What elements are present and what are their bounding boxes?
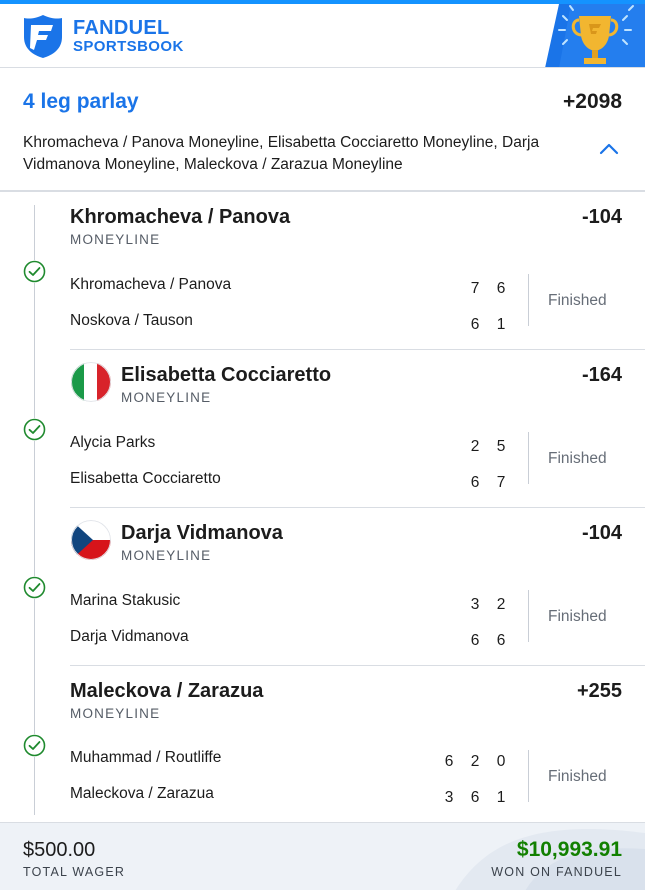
fanduel-shield-icon[interactable] bbox=[22, 13, 64, 59]
set-score: 3 bbox=[470, 596, 480, 613]
total-wager-label: TOTAL WAGER bbox=[23, 865, 126, 879]
italy-flag-icon bbox=[71, 362, 111, 402]
team-name: Khromacheva / Panova bbox=[70, 276, 232, 293]
team-name: Alycia Parks bbox=[70, 434, 156, 451]
score-divider bbox=[528, 432, 529, 484]
selection-name: Darja Vidmanova bbox=[121, 522, 283, 544]
app-header: FANDUEL SPORTSBOOK bbox=[0, 4, 645, 68]
set-score: 6 bbox=[444, 753, 454, 770]
set-score: 6 bbox=[470, 632, 480, 649]
parlay-odds: +2098 bbox=[563, 90, 622, 113]
team-name: Marina Stakusic bbox=[70, 592, 181, 609]
set-score: 6 bbox=[470, 789, 480, 806]
team-name: Elisabetta Cocciaretto bbox=[70, 470, 221, 487]
trophy-icon bbox=[545, 4, 645, 67]
set-score: 2 bbox=[496, 596, 506, 613]
set-score: 1 bbox=[496, 789, 506, 806]
match-status: Finished bbox=[548, 450, 607, 467]
set-score: 6 bbox=[496, 632, 506, 649]
match-status: Finished bbox=[548, 768, 607, 785]
set-score: 0 bbox=[496, 753, 506, 770]
set-score: 6 bbox=[470, 474, 480, 491]
won-amount: $10,993.91 bbox=[516, 838, 622, 861]
market-type: MONEYLINE bbox=[121, 548, 212, 563]
set-score: 6 bbox=[496, 280, 506, 297]
set-score: 5 bbox=[496, 438, 506, 455]
won-label: WON ON FANDUEL bbox=[491, 865, 622, 879]
selection-odds: -164 bbox=[581, 364, 622, 386]
match-status: Finished bbox=[548, 292, 607, 309]
score-divider bbox=[528, 274, 529, 326]
selection-odds: -104 bbox=[581, 522, 622, 544]
selection-name: Maleckova / Zarazua bbox=[70, 680, 264, 702]
set-score: 3 bbox=[444, 789, 454, 806]
match-status: Finished bbox=[548, 608, 607, 625]
parlay-summary[interactable]: 4 leg parlay +2098 Khromacheva / Panova … bbox=[0, 68, 645, 192]
check-circle-icon bbox=[23, 576, 46, 599]
selection-name: Khromacheva / Panova bbox=[70, 206, 291, 228]
selection-name: Elisabetta Cocciaretto bbox=[121, 364, 332, 386]
check-circle-icon bbox=[23, 260, 46, 283]
check-circle-icon bbox=[23, 418, 46, 441]
set-score: 7 bbox=[470, 280, 480, 297]
market-type: MONEYLINE bbox=[121, 390, 212, 405]
parlay-leg: Khromacheva / Panova -104 MONEYLINE Khro… bbox=[0, 192, 645, 350]
bet-footer: $500.00 TOTAL WAGER $10,993.91 WON ON FA… bbox=[0, 822, 645, 890]
team-name: Noskova / Tauson bbox=[70, 312, 193, 329]
set-score: 2 bbox=[470, 753, 480, 770]
parlay-leg: Darja Vidmanova -104 MONEYLINE Marina St… bbox=[0, 508, 645, 666]
set-score: 1 bbox=[496, 316, 506, 333]
check-circle-icon bbox=[23, 734, 46, 757]
parlay-title: 4 leg parlay bbox=[23, 90, 139, 113]
total-wager-amount: $500.00 bbox=[23, 839, 96, 861]
set-score: 6 bbox=[470, 316, 480, 333]
team-name: Maleckova / Zarazua bbox=[70, 785, 214, 802]
parlay-description: Khromacheva / Panova Moneyline, Elisabet… bbox=[23, 134, 540, 173]
score-divider bbox=[528, 750, 529, 802]
team-name: Muhammad / Routliffe bbox=[70, 749, 222, 766]
selection-odds: +255 bbox=[576, 680, 622, 702]
brand-name: FANDUEL bbox=[73, 17, 170, 39]
chevron-up-icon[interactable] bbox=[599, 142, 619, 156]
set-score: 7 bbox=[496, 474, 506, 491]
selection-odds: -104 bbox=[581, 206, 622, 228]
market-type: MONEYLINE bbox=[70, 232, 161, 247]
czech-flag-icon bbox=[71, 520, 111, 560]
set-score: 2 bbox=[470, 438, 480, 455]
parlay-leg: Elisabetta Cocciaretto -164 MONEYLINE Al… bbox=[0, 350, 645, 508]
score-divider bbox=[528, 590, 529, 642]
team-name: Darja Vidmanova bbox=[70, 628, 189, 645]
market-type: MONEYLINE bbox=[70, 706, 161, 721]
brand-subtitle: SPORTSBOOK bbox=[73, 38, 184, 55]
parlay-leg: Maleckova / Zarazua +255 MONEYLINE Muham… bbox=[0, 666, 645, 824]
